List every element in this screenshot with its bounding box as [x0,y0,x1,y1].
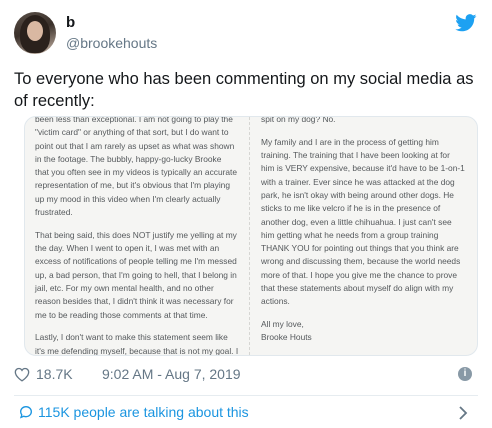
divider [14,395,478,396]
tweet-text: To everyone who has been commenting on m… [14,70,474,110]
statement-paragraph: That being said, this does NOT justify m… [35,229,237,320]
speech-bubble-icon [19,405,33,419]
statement-paragraph: spit on my dog? No. [261,116,336,124]
conversation-label: 115K people are talking about this [38,404,249,420]
statement-paragraph: My family and I are in the process of ge… [261,136,465,307]
tweet-timestamp[interactable]: 9:02 AM - Aug 7, 2019 [102,366,241,382]
conversation-link[interactable]: 115K people are talking about this [14,402,478,424]
statement-right-column: spit on my dog? No. My family and I are … [261,117,467,354]
chevron-right-icon[interactable] [458,406,468,420]
info-icon[interactable]: i [458,367,472,381]
avatar-face [27,21,43,41]
page-divider [249,117,250,355]
like-count[interactable]: 18.7K [36,366,73,382]
avatar[interactable] [14,12,56,54]
twitter-bird-icon[interactable] [455,14,477,32]
tweet-meta-row: 18.7K 9:02 AM - Aug 7, 2019 i [14,366,476,384]
heart-icon[interactable] [14,367,30,382]
attached-statement-image[interactable]: been less than exceptional. I am not goi… [24,116,478,356]
statement-paragraph: been less than exceptional. I am not goi… [35,116,238,218]
author-handle[interactable]: @brookehouts [66,35,157,51]
statement-left-column: been less than exceptional. I am not goi… [35,116,241,356]
statement-signoff: All my love, Brooke Houts [261,319,312,343]
statement-paragraph: Lastly, I don't want to make this statem… [35,332,239,356]
author-name[interactable]: b [66,14,75,31]
